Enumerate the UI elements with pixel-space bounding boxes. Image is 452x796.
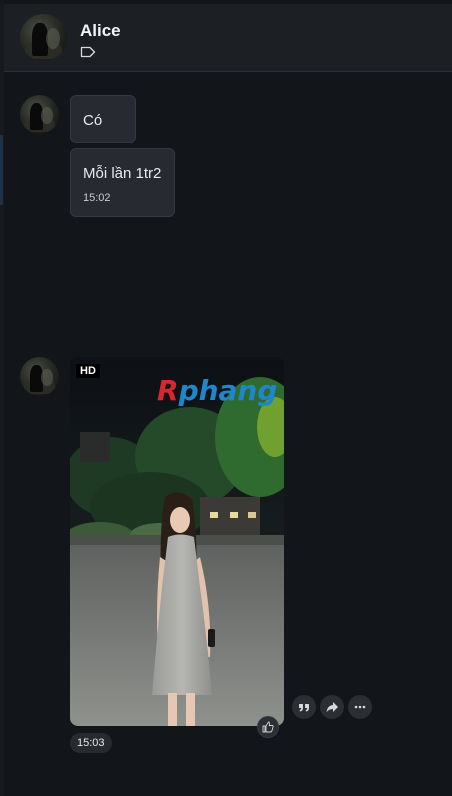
message-text: Có xyxy=(83,112,103,129)
forward-icon xyxy=(326,702,338,712)
left-panel-accent xyxy=(0,135,3,205)
quote-icon xyxy=(299,704,309,712)
thumbs-up-icon xyxy=(262,721,274,733)
sender-avatar[interactable] xyxy=(20,95,59,134)
reaction-button[interactable] xyxy=(257,716,279,738)
message-time: 15:02 xyxy=(83,192,111,204)
left-panel-edge xyxy=(0,0,4,796)
chat-window: Alice Có Mỗi lần 1tr2 15:02 HD Rphang 15… xyxy=(0,0,452,796)
photo-attachment[interactable]: HD xyxy=(70,357,284,726)
contact-avatar[interactable] xyxy=(20,14,67,61)
message-bubble[interactable]: Mỗi lần 1tr2 15:02 xyxy=(70,148,175,217)
hd-badge: HD xyxy=(76,364,100,378)
quote-button[interactable] xyxy=(292,695,316,719)
forward-button[interactable] xyxy=(320,695,344,719)
sender-avatar[interactable] xyxy=(20,357,59,396)
message-bubble[interactable]: Có xyxy=(70,95,136,143)
photo-image xyxy=(70,357,284,726)
tag-icon[interactable] xyxy=(80,46,96,58)
more-icon xyxy=(354,705,366,709)
contact-name[interactable]: Alice xyxy=(80,21,121,41)
more-button[interactable] xyxy=(348,695,372,719)
message-text: Mỗi lần 1tr2 xyxy=(83,165,162,182)
chat-header: Alice xyxy=(4,4,452,72)
watermark-logo: Rphang xyxy=(157,374,278,407)
photo-message-time: 15:03 xyxy=(70,733,112,753)
